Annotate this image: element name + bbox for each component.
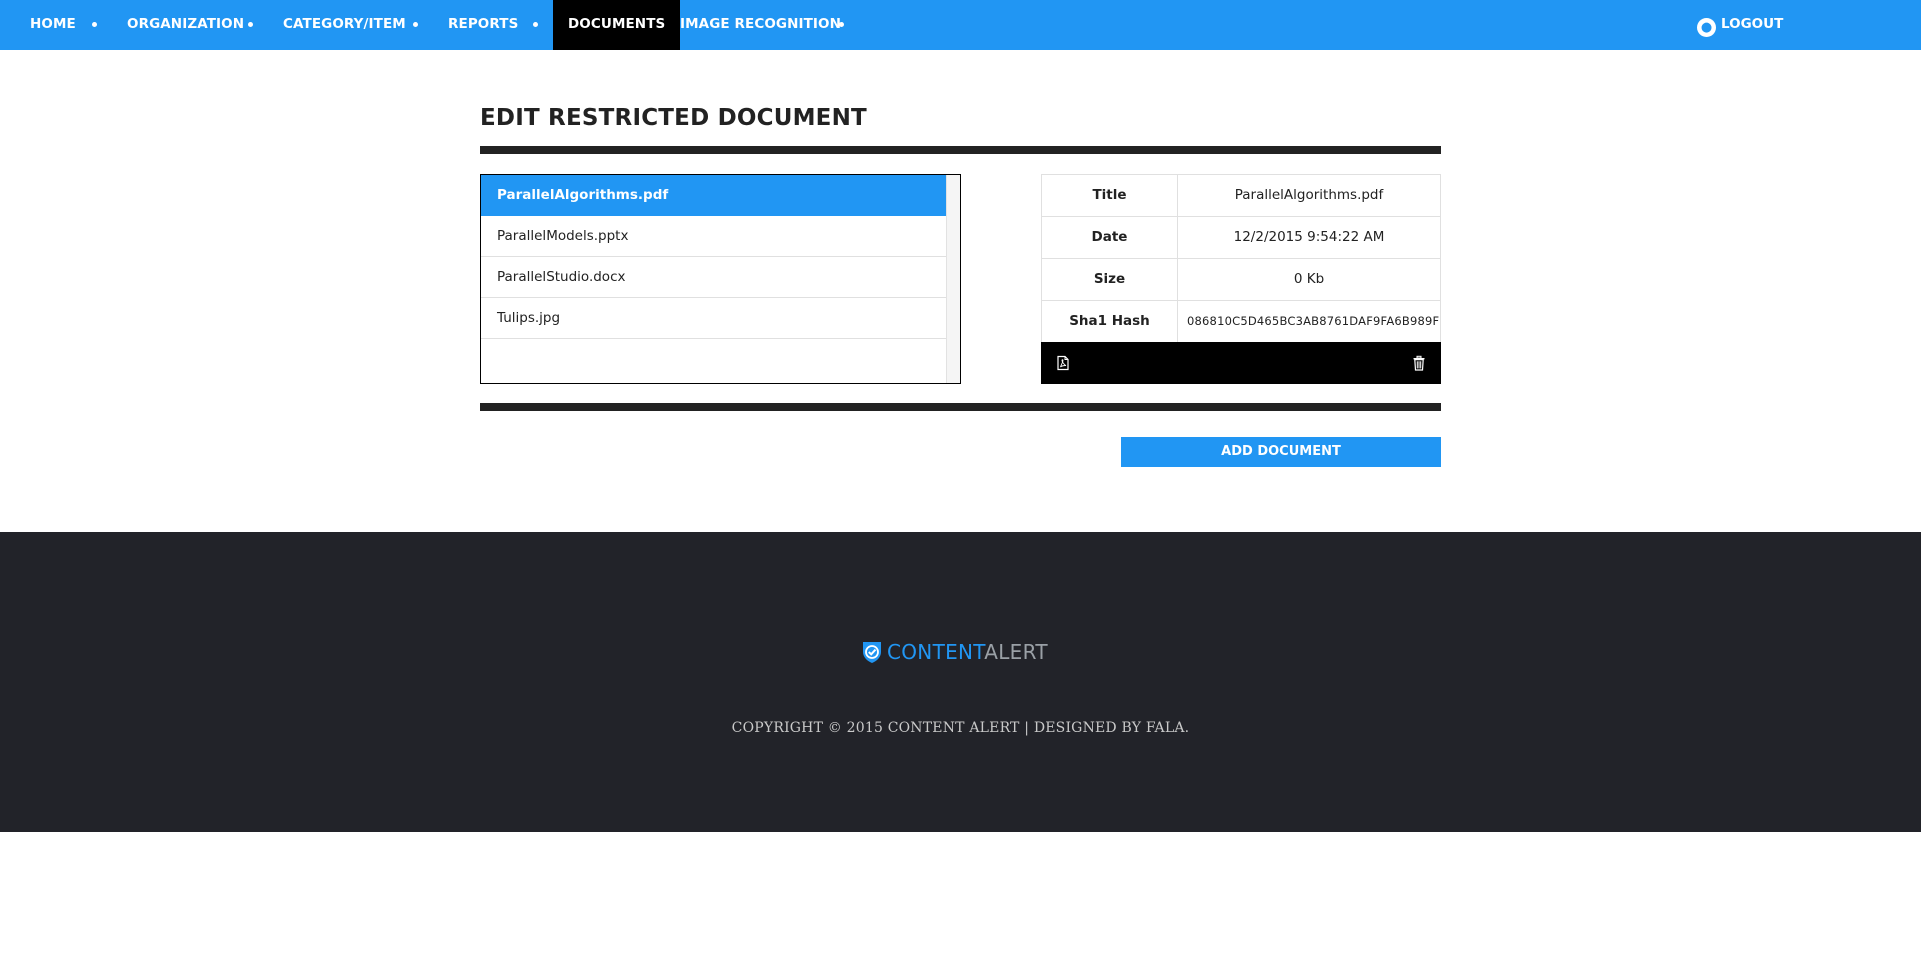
- logo-text-alert: ALERT: [984, 640, 1048, 664]
- footer: CONTENTALERT COPYRIGHT © 2015 CONTENT AL…: [0, 532, 1921, 832]
- detail-value: ParallelAlgorithms.pdf: [1234, 187, 1384, 203]
- nav-reports[interactable]: REPORTS: [448, 0, 518, 50]
- divider: [480, 403, 1441, 411]
- nav-home[interactable]: HOME: [30, 0, 76, 50]
- nav-separator-dot: [533, 22, 538, 27]
- document-list[interactable]: ParallelAlgorithms.pdf ParallelModels.pp…: [480, 174, 961, 384]
- list-scrollbar[interactable]: [946, 175, 960, 383]
- detail-key: Date: [1042, 217, 1178, 258]
- nav-category-item[interactable]: CATEGORY/ITEM: [283, 0, 406, 50]
- detail-value: 12/2/2015 9:54:22 AM: [1233, 229, 1385, 245]
- logo-text-content: CONTENT: [887, 640, 985, 664]
- document-details: Title ParallelAlgorithms.pdf Date 12/2/2…: [1041, 174, 1441, 384]
- nav-separator-dot: [839, 22, 844, 27]
- list-item[interactable]: ParallelModels.pptx: [481, 216, 946, 257]
- detail-key: Sha1 Hash: [1042, 301, 1178, 342]
- divider: [480, 146, 1441, 154]
- nav-organization[interactable]: ORGANIZATION: [127, 0, 244, 50]
- copyright-text: COPYRIGHT © 2015 CONTENT ALERT | DESIGNE…: [731, 720, 1190, 736]
- detail-row-title: Title ParallelAlgorithms.pdf: [1041, 174, 1441, 216]
- detail-value: 086810C5D465BC3AB8761DAF9FA6B989F6596C: [1187, 314, 1440, 328]
- detail-key: Size: [1042, 259, 1178, 300]
- detail-row-date: Date 12/2/2015 9:54:22 AM: [1041, 216, 1441, 258]
- list-item[interactable]: Tulips.jpg: [481, 298, 946, 339]
- nav-separator-dot: [248, 22, 253, 27]
- nav-separator-dot: [92, 22, 97, 27]
- detail-key: Title: [1042, 175, 1178, 216]
- top-nav: HOME ORGANIZATION CATEGORY/ITEM REPORTS …: [0, 0, 1921, 50]
- add-document-button[interactable]: ADD DOCUMENT: [1121, 437, 1441, 467]
- logout-link[interactable]: ● LOGOUT: [1697, 0, 1783, 50]
- detail-value: 0 Kb: [1293, 271, 1325, 287]
- list-item[interactable]: ParallelAlgorithms.pdf: [481, 175, 946, 216]
- detail-row-size: Size 0 Kb: [1041, 258, 1441, 300]
- trash-icon[interactable]: [1411, 355, 1427, 371]
- pdf-file-icon[interactable]: [1055, 355, 1071, 371]
- logout-label: LOGOUT: [1721, 16, 1784, 32]
- nav-separator-dot: [413, 22, 418, 27]
- nav-documents[interactable]: DOCUMENTS: [553, 0, 681, 50]
- detail-action-bar: [1041, 342, 1441, 384]
- shield-check-icon: [863, 642, 881, 663]
- user-icon: ●: [1697, 18, 1716, 37]
- detail-row-hash: Sha1 Hash 086810C5D465BC3AB8761DAF9FA6B9…: [1041, 300, 1441, 342]
- list-item[interactable]: ParallelStudio.docx: [481, 257, 946, 298]
- nav-image-recognition[interactable]: IMAGE RECOGNITION: [680, 0, 841, 50]
- page-title: EDIT RESTRICTED DOCUMENT: [480, 105, 867, 131]
